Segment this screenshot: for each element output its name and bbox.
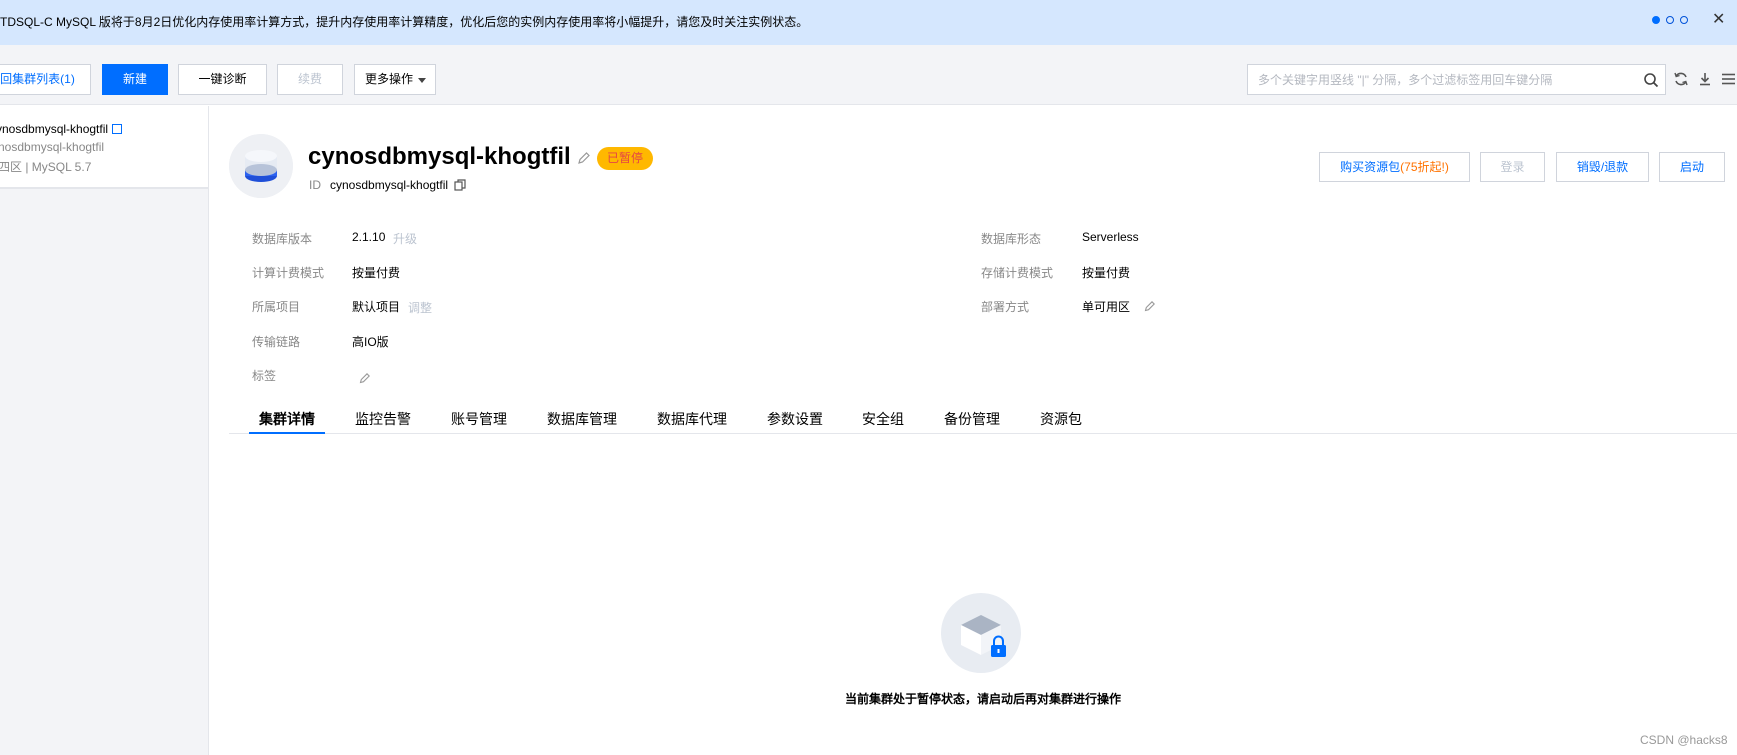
notice-text: TDSQL-C MySQL 版将于8月2日优化内存使用率计算方式，提升内存使用率… <box>0 15 809 29</box>
caret-down-icon <box>418 78 426 83</box>
db-version-value: 2.1.10 <box>352 230 386 244</box>
db-form-value: Serverless <box>1082 230 1139 244</box>
page-title: cynosdbmysql-khogtfil <box>308 143 571 170</box>
cluster-list-item-id-text: cynosdbmysql-khogtfil <box>0 122 109 136</box>
tab-database-management[interactable]: 数据库管理 <box>547 409 617 429</box>
destroy-refund-button[interactable]: 销毁/退款 <box>1556 152 1649 182</box>
search-icon[interactable] <box>1643 72 1659 88</box>
storage-billing-value: 按量付费 <box>1082 266 1131 280</box>
back-to-list-button[interactable]: 返回集群列表(1) <box>0 64 91 95</box>
search-input[interactable] <box>1248 65 1628 94</box>
compute-billing-label: 计算计费模式 <box>252 266 325 280</box>
copy-icon[interactable] <box>454 179 466 191</box>
carousel-dot-2[interactable] <box>1666 16 1674 24</box>
settings-list-icon[interactable] <box>1720 71 1736 87</box>
db-form-label: 数据库形态 <box>981 232 1042 246</box>
discount-label: (75折起!) <box>1400 160 1449 174</box>
tab-backup-management[interactable]: 备份管理 <box>944 409 1000 429</box>
tab-account-management[interactable]: 账号管理 <box>451 409 507 429</box>
start-button[interactable]: 启动 <box>1659 152 1725 182</box>
id-value: cynosdbmysql-khogtfil <box>330 178 449 192</box>
login-button[interactable]: 登录 <box>1480 152 1545 182</box>
edit-icon[interactable] <box>112 124 123 134</box>
cluster-list-panel: cynosdbmysql-khogtfil cynosdbmysql-khogt… <box>0 106 209 755</box>
new-button[interactable]: 新建 <box>102 64 168 95</box>
more-actions-label: 更多操作 <box>365 72 414 86</box>
tab-resource-pack[interactable]: 资源包 <box>1040 409 1082 429</box>
deploy-value: 单可用区 <box>1082 300 1131 314</box>
db-version-label: 数据库版本 <box>252 232 313 246</box>
mysql-database-icon <box>229 134 293 198</box>
refresh-icon[interactable] <box>1673 71 1689 87</box>
cluster-list-item[interactable]: cynosdbmysql-khogtfil cynosdbmysql-khogt… <box>0 106 208 189</box>
active-tab-indicator <box>249 432 325 434</box>
close-icon[interactable]: ✕ <box>1712 11 1725 29</box>
tab-security-group[interactable]: 安全组 <box>862 409 904 429</box>
carousel-dot-1[interactable] <box>1652 16 1660 24</box>
cluster-list-item-meta: 广州四区 | MySQL 5.7 <box>0 160 92 174</box>
buy-resource-pack-button[interactable]: 购买资源包(75折起!) <box>1319 152 1470 182</box>
notice-bar: TDSQL-C MySQL 版将于8月2日优化内存使用率计算方式，提升内存使用率… <box>0 0 1737 45</box>
locked-box-icon <box>941 593 1021 673</box>
diagnose-button[interactable]: 一键诊断 <box>178 64 267 95</box>
upgrade-link[interactable]: 升级 <box>393 230 417 247</box>
search-box <box>1247 64 1666 95</box>
pencil-icon[interactable] <box>359 372 371 384</box>
empty-state-message: 当前集群处于暂停状态，请启动后再对集群进行操作 <box>845 692 1122 706</box>
storage-billing-label: 存储计费模式 <box>981 266 1054 280</box>
link-value: 高IO版 <box>352 335 389 349</box>
tab-cluster-details[interactable]: 集群详情 <box>259 409 315 429</box>
tab-database-proxy[interactable]: 数据库代理 <box>657 409 727 429</box>
project-label: 所属项目 <box>252 300 301 314</box>
tab-parameter-settings[interactable]: 参数设置 <box>767 409 823 429</box>
renew-button[interactable]: 续费 <box>277 64 343 95</box>
tag-label: 标签 <box>252 369 277 383</box>
id-label: ID <box>309 178 321 192</box>
link-label: 传输链路 <box>252 335 301 349</box>
pencil-icon[interactable] <box>577 151 591 165</box>
cluster-list-item-id: cynosdbmysql-khogtfil <box>0 122 123 136</box>
toolbar: 返回集群列表(1) 新建 一键诊断 续费 更多操作 <box>0 45 1737 105</box>
status-badge: 已暂停 <box>597 147 654 170</box>
tab-bar: 集群详情 监控告警 账号管理 数据库管理 数据库代理 参数设置 安全组 备份管理… <box>229 403 1737 434</box>
more-actions-dropdown[interactable]: 更多操作 <box>354 64 436 95</box>
adjust-project-link[interactable]: 调整 <box>408 299 432 316</box>
watermark: CSDN @hacks8 <box>1640 733 1728 747</box>
buy-resource-pack-label: 购买资源包 <box>1340 160 1401 174</box>
project-value: 默认项目 <box>352 300 401 314</box>
pencil-icon[interactable] <box>1144 300 1156 312</box>
tab-monitoring-alerts[interactable]: 监控告警 <box>355 409 411 429</box>
download-icon[interactable] <box>1697 71 1713 87</box>
compute-billing-value: 按量付费 <box>352 266 401 280</box>
deploy-label: 部署方式 <box>981 300 1030 314</box>
cluster-list-item-name: cynosdbmysql-khogtfil <box>0 140 105 154</box>
carousel-dot-3[interactable] <box>1680 16 1688 24</box>
carousel-dots <box>1652 16 1688 24</box>
